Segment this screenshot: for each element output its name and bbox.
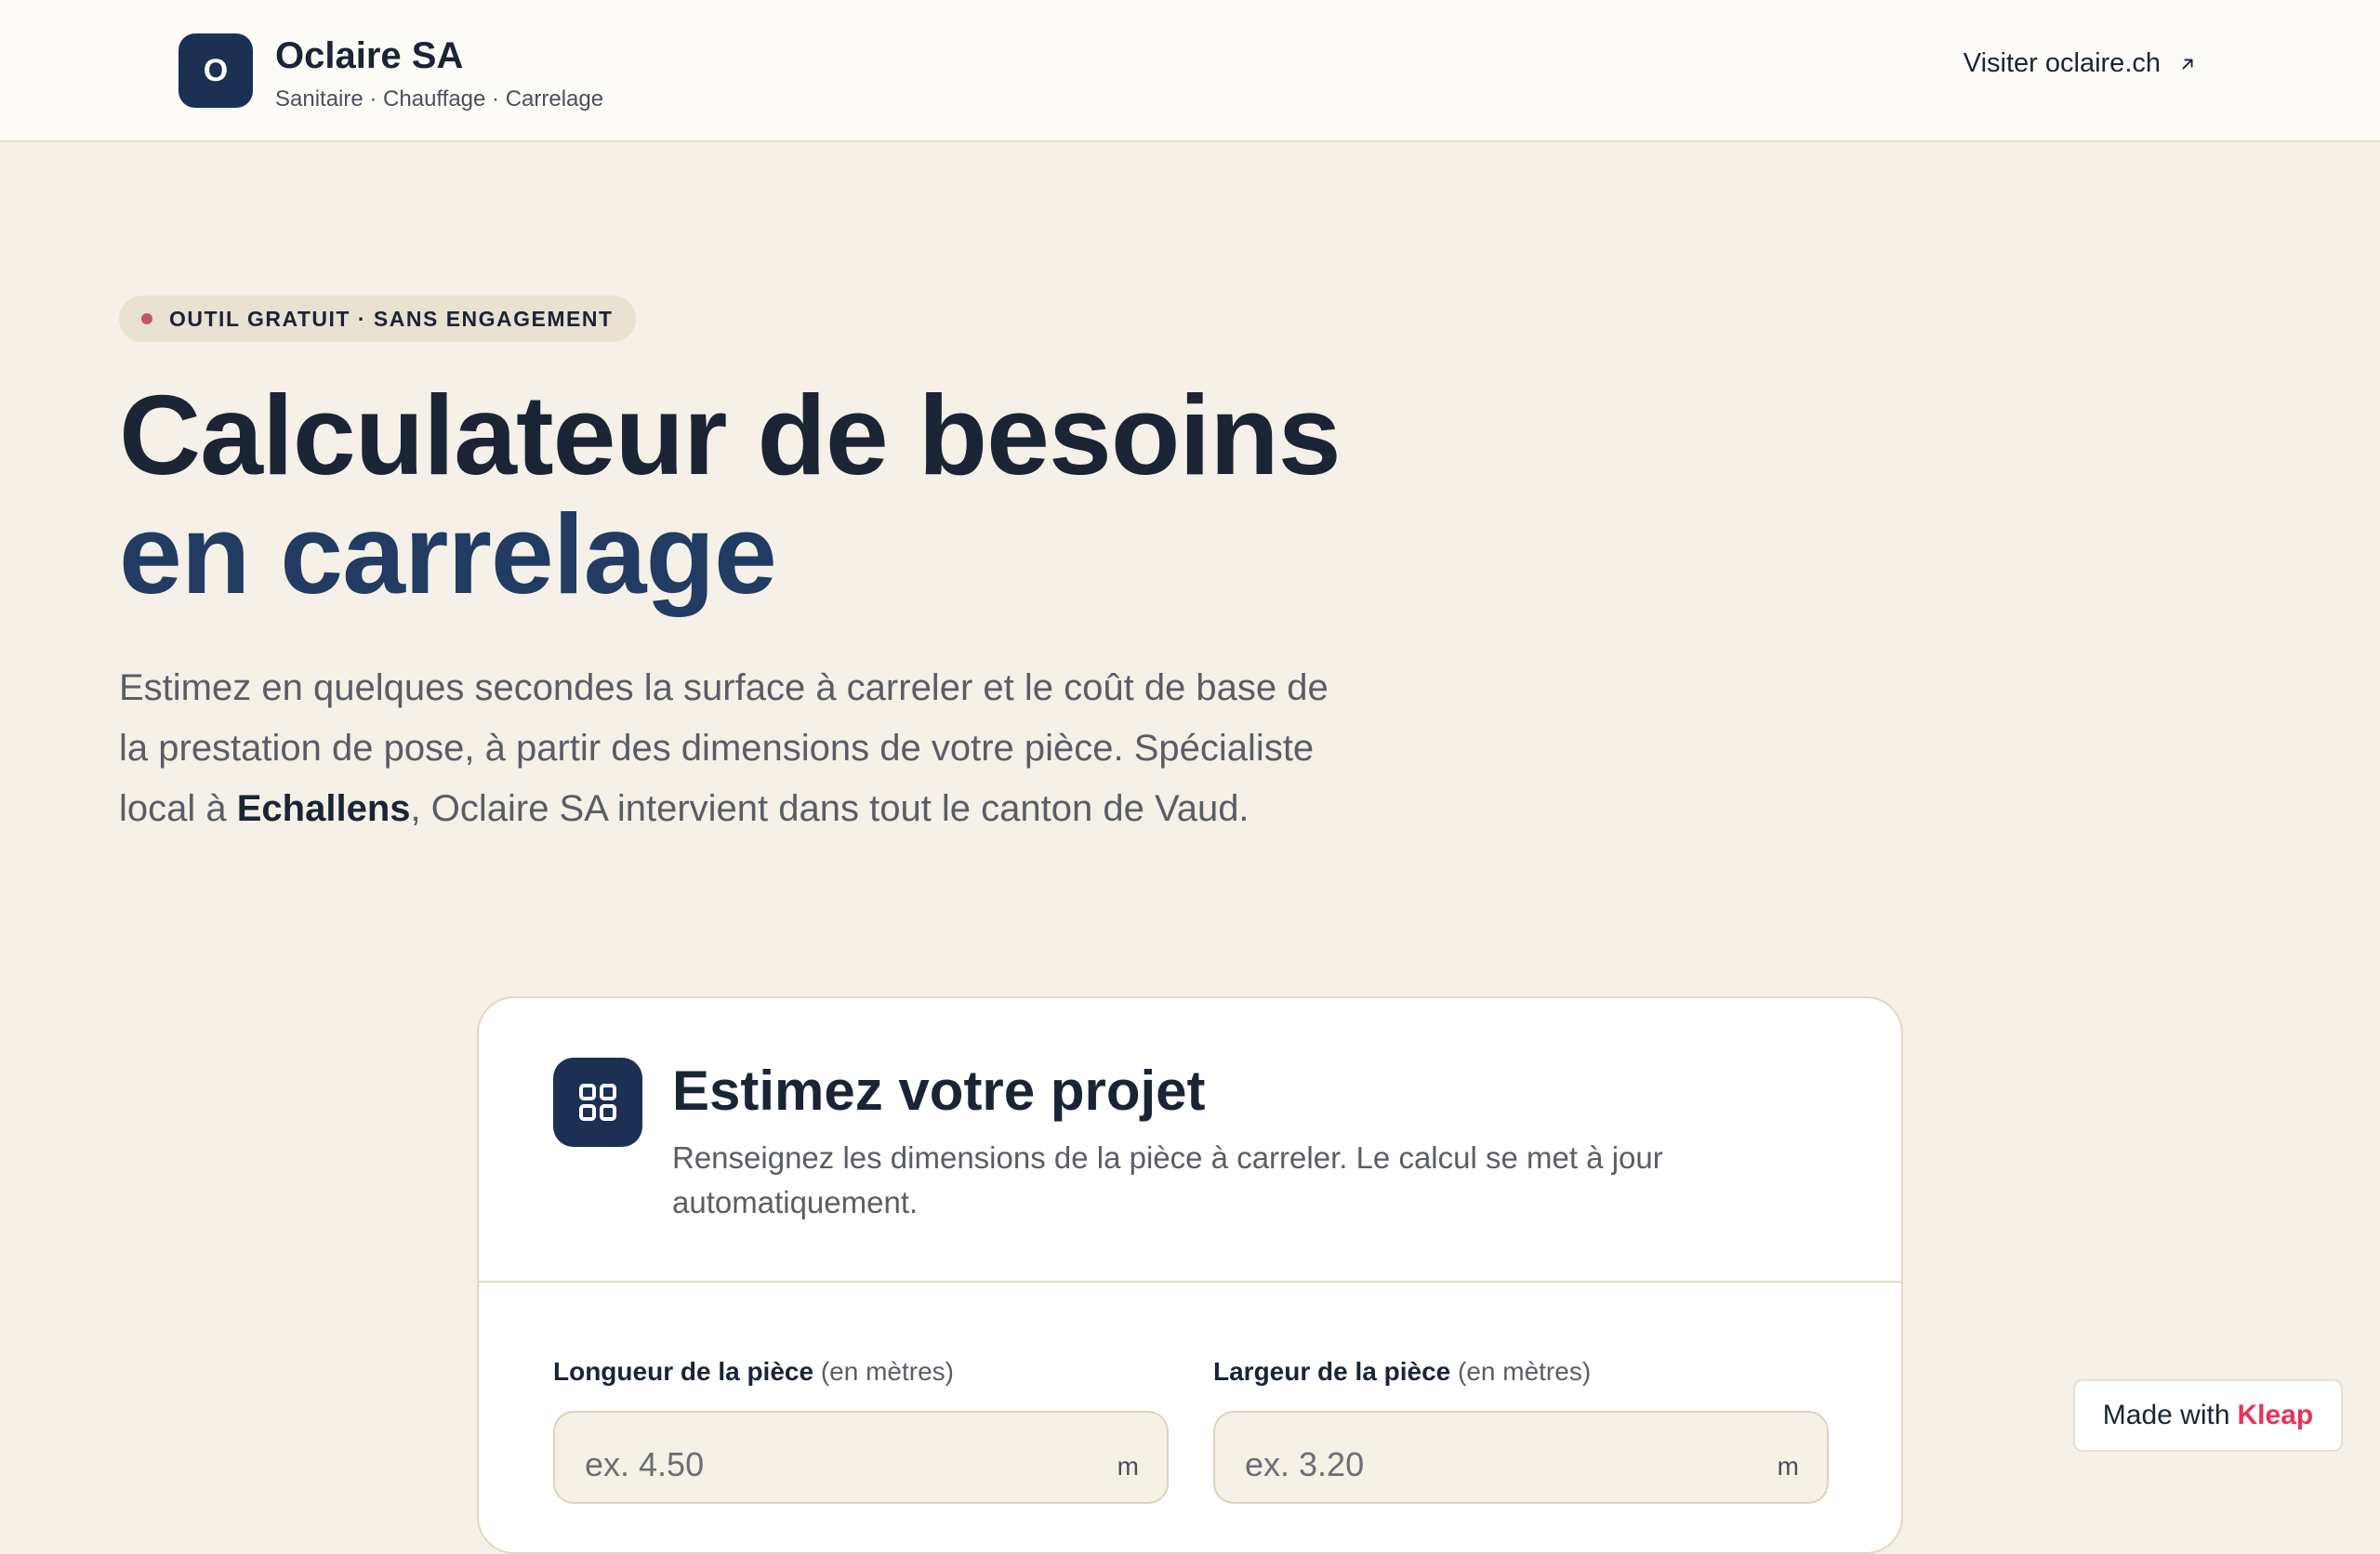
page-title: Calculateur de besoins en carrelage [119, 375, 1421, 613]
length-unit-note: (en mètres) [820, 1357, 954, 1386]
intro-location: Echallens [236, 788, 411, 829]
brand-tagline: Sanitaire · Chauffage · Carrelage [275, 86, 604, 112]
badge-label: OUTIL GRATUIT · SANS ENGAGEMENT [169, 306, 614, 331]
grid-icon [553, 1058, 642, 1147]
length-field: Longueur de la pièce (en mètres) m [553, 1355, 1169, 1504]
kleap-brand: Kleap [2237, 1400, 2314, 1430]
length-input[interactable] [555, 1413, 1167, 1491]
brand-text: Oclaire SA Sanitaire · Chauffage · Carre… [275, 33, 603, 113]
length-input-box: m [553, 1411, 1169, 1504]
made-with-kleap-badge[interactable]: Made with Kleap [2073, 1379, 2343, 1452]
logo: O [178, 33, 253, 108]
card-subtitle: Renseignez les dimensions de la pièce à … [672, 1140, 1663, 1219]
card-title: Estimez votre projet [672, 1060, 1206, 1122]
hero: OUTIL GRATUIT · SANS ENGAGEMENT Calculat… [119, 296, 1421, 839]
length-suffix: m [1117, 1452, 1139, 1481]
width-label: Largeur de la pièce (en mètres) [1213, 1357, 1591, 1386]
title-line-1: Calculateur de besoins [119, 372, 1342, 498]
length-label: Longueur de la pièce (en mètres) [553, 1357, 954, 1386]
brand[interactable]: O Oclaire SA Sanitaire · Chauffage · Car… [178, 33, 603, 113]
arrow-up-right-icon [2182, 59, 2193, 69]
badge-dot [141, 313, 152, 324]
card-titles: Estimez votre projet Renseignez les dime… [672, 1058, 1788, 1225]
visit-website-link[interactable]: Visiter oclaire.ch [1964, 48, 2198, 79]
title-line-2: en carrelage [119, 491, 777, 617]
made-with-label: Made with [2102, 1400, 2230, 1430]
width-label-text: Largeur de la pièce [1213, 1357, 1451, 1386]
width-field: Largeur de la pièce (en mètres) m [1213, 1355, 1829, 1504]
width-unit-note: (en mètres) [1458, 1357, 1592, 1386]
card-header: Estimez votre projet Renseignez les dime… [553, 1058, 1836, 1225]
intro-text-2: , Oclaire SA intervient dans tout le can… [410, 788, 1250, 829]
top-bar: O Oclaire SA Sanitaire · Chauffage · Car… [0, 0, 2380, 142]
width-input[interactable] [1215, 1413, 1827, 1491]
estimator-card: Estimez votre projet Renseignez les dime… [477, 996, 1903, 1554]
free-tool-badge: OUTIL GRATUIT · SANS ENGAGEMENT [119, 296, 636, 342]
width-suffix: m [1777, 1452, 1799, 1481]
length-label-text: Longueur de la pièce [553, 1357, 814, 1386]
intro-paragraph: Estimez en quelques secondes la surface … [119, 658, 1355, 839]
card-divider [479, 1281, 1901, 1283]
brand-name: Oclaire SA [275, 35, 464, 76]
width-input-box: m [1213, 1411, 1829, 1504]
visit-link-label: Visiter oclaire.ch [1963, 48, 2161, 78]
